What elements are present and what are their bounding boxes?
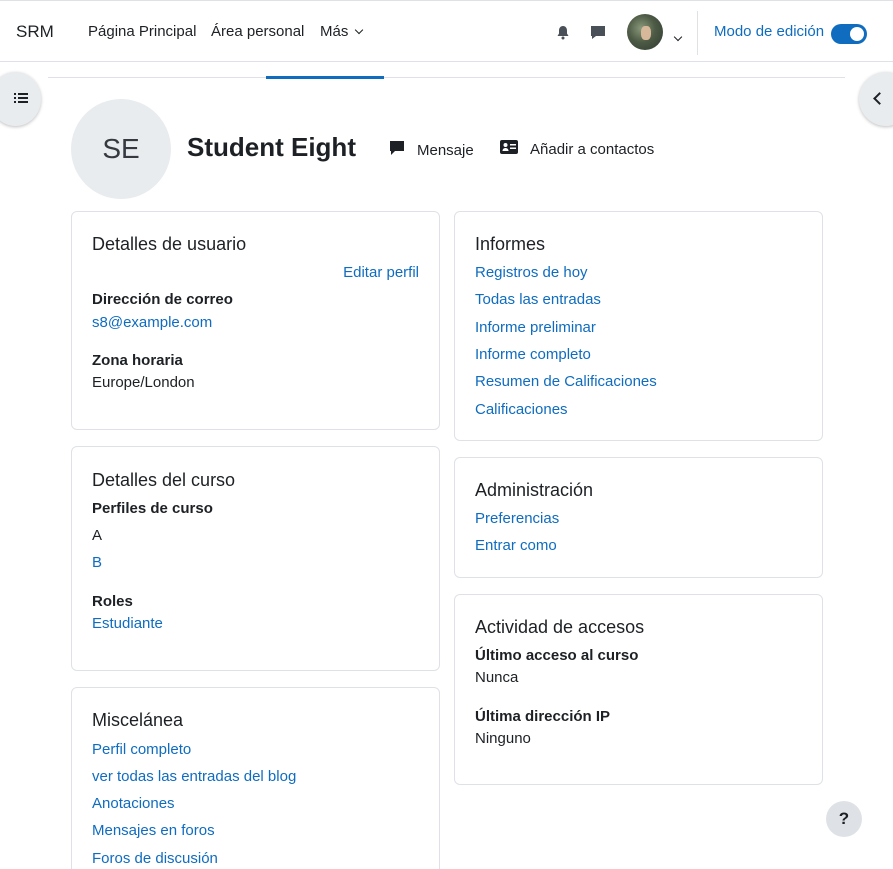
nav-home[interactable]: Página Principal <box>88 23 196 40</box>
role-link[interactable]: Estudiante <box>92 615 163 632</box>
admin-link-login-as[interactable]: Entrar como <box>475 537 557 554</box>
page-title: Student Eight <box>187 132 356 162</box>
list-icon <box>13 91 28 108</box>
reports-title: Informes <box>475 234 546 254</box>
reports-card: Informes Registros de hoy Todas las entr… <box>454 211 823 441</box>
timezone-label: Zona horaria <box>92 352 183 369</box>
user-menu-chevron-icon[interactable] <box>671 27 683 44</box>
report-link-complete[interactable]: Informe completo <box>475 346 591 363</box>
notifications-bell-icon[interactable] <box>556 25 570 44</box>
last-course-access-value: Nunca <box>475 669 519 686</box>
misc-link-forum-discussions[interactable]: Foros de discusión <box>92 850 218 867</box>
access-activity-card: Actividad de accesos Último acceso al cu… <box>454 594 823 785</box>
user-details-title: Detalles de usuario <box>92 234 247 254</box>
edit-mode-label: Modo de edición <box>714 23 825 40</box>
email-label: Dirección de correo <box>92 291 233 308</box>
email-link[interactable]: s8@example.com <box>92 314 212 331</box>
course-index-drawer-button[interactable] <box>0 72 41 126</box>
nav-dashboard[interactable]: Área personal <box>211 23 304 40</box>
message-label: Mensaje <box>417 141 474 159</box>
navbar-divider <box>697 11 698 55</box>
administration-title: Administración <box>475 480 594 500</box>
misc-link-notes[interactable]: Anotaciones <box>92 795 175 812</box>
report-link-grades-overview[interactable]: Resumen de Calificaciones <box>475 373 657 390</box>
misc-link-forum-posts[interactable]: Mensajes en foros <box>92 822 215 839</box>
add-contact-button[interactable]: Añadir a contactos <box>500 140 654 158</box>
report-link-all-logs[interactable]: Todas las entradas <box>475 291 601 308</box>
admin-link-preferences[interactable]: Preferencias <box>475 510 559 527</box>
edit-mode-toggle[interactable] <box>831 24 867 44</box>
last-ip-label: Última dirección IP <box>475 708 611 725</box>
administration-card: Administración Preferencias Entrar como <box>454 457 823 578</box>
last-ip-value: Ninguno <box>475 730 531 747</box>
user-details-card: Detalles de usuario Editar perfil Direcc… <box>71 211 440 430</box>
report-link-today-logs[interactable]: Registros de hoy <box>475 264 588 281</box>
secondary-nav <box>48 77 845 78</box>
message-icon <box>389 140 405 160</box>
access-activity-title: Actividad de accesos <box>475 617 645 637</box>
block-drawer-button[interactable] <box>859 72 893 126</box>
nav-more[interactable]: Más <box>320 23 364 40</box>
address-card-icon <box>500 140 518 158</box>
secondary-nav-active-indicator <box>266 76 384 79</box>
misc-card: Miscelánea Perfil completo ver todas las… <box>71 687 440 869</box>
nav-more-label: Más <box>320 23 349 40</box>
misc-link-full-profile[interactable]: Perfil completo <box>92 741 191 758</box>
user-avatar[interactable] <box>627 14 663 50</box>
message-button[interactable]: Mensaje <box>389 140 474 160</box>
top-navbar: SRM Página Principal Área personal Más M… <box>0 0 893 62</box>
report-link-grades[interactable]: Calificaciones <box>475 401 568 418</box>
course-profiles-label: Perfiles de curso <box>92 500 213 517</box>
course-profile-link[interactable]: B <box>92 554 102 571</box>
edit-profile-link[interactable]: Editar perfil <box>343 264 419 281</box>
user-initials-avatar: SE <box>71 99 171 199</box>
messages-drawer-icon[interactable] <box>590 25 606 44</box>
chevron-down-icon <box>355 25 364 34</box>
last-course-access-label: Último acceso al curso <box>475 647 639 664</box>
misc-title: Miscelánea <box>92 710 184 730</box>
course-details-title: Detalles del curso <box>92 470 236 490</box>
add-contact-label: Añadir a contactos <box>530 140 655 158</box>
misc-link-blog-entries[interactable]: ver todas las entradas del blog <box>92 768 296 785</box>
course-profile-item: A <box>92 527 103 544</box>
timezone-value: Europe/London <box>92 374 195 391</box>
help-button[interactable]: ? <box>826 801 862 837</box>
course-details-card: Detalles del curso Perfiles de curso A B… <box>71 446 440 671</box>
roles-label: Roles <box>92 593 133 610</box>
site-brand[interactable]: SRM <box>16 22 54 42</box>
chevron-left-icon <box>873 92 886 105</box>
report-link-outline[interactable]: Informe preliminar <box>475 319 596 336</box>
